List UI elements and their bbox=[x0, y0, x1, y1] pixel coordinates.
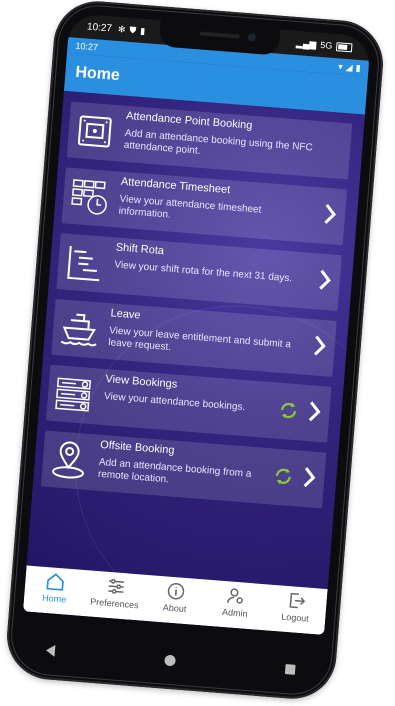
battery-icon-secondary: ▮ bbox=[355, 62, 362, 73]
recents-icon[interactable] bbox=[284, 664, 296, 675]
nav-home[interactable]: Home bbox=[29, 570, 81, 606]
chevron-right-icon bbox=[319, 269, 331, 290]
nav-label: About bbox=[162, 602, 187, 615]
logout-icon bbox=[289, 592, 305, 609]
nav-preferences[interactable]: Preferences bbox=[89, 575, 141, 611]
nav-admin[interactable]: Admin bbox=[210, 584, 262, 620]
battery-icon bbox=[335, 41, 353, 52]
nav-label: Logout bbox=[280, 611, 310, 624]
home-button-icon[interactable] bbox=[164, 654, 177, 666]
menu-item-description: View your leave entitlement and submit a… bbox=[107, 325, 292, 354]
wifi-icon: ▾ bbox=[337, 60, 344, 72]
info-icon bbox=[167, 583, 185, 600]
system-navigation-bar bbox=[45, 635, 297, 685]
menu-list: Attendance Point Booking Add an attendan… bbox=[26, 90, 365, 590]
menu-item-title: Attendance Timesheet bbox=[120, 175, 231, 197]
front-camera bbox=[247, 33, 256, 42]
location-pin-icon bbox=[47, 437, 90, 484]
chevron-right-icon bbox=[303, 467, 316, 488]
chevron-right-icon bbox=[324, 203, 337, 224]
nav-logout[interactable]: Logout bbox=[270, 589, 322, 625]
status-time-secondary: 10:27 bbox=[75, 40, 99, 53]
network-label: 5G bbox=[319, 39, 333, 51]
menu-item-offsite-booking[interactable]: Offsite Booking Add an attendance bookin… bbox=[40, 430, 327, 509]
nav-label: Preferences bbox=[89, 596, 140, 611]
settings-icon: ✻ bbox=[117, 23, 126, 35]
signal-icon-secondary: ◢ bbox=[345, 61, 354, 72]
chevron-right-icon bbox=[308, 401, 321, 422]
page-title: Home bbox=[74, 63, 121, 85]
menu-item-title: Shift Rota bbox=[115, 241, 165, 258]
status-right: ▂▄▆ 5G bbox=[296, 38, 353, 53]
timesheet-icon bbox=[68, 174, 111, 221]
nav-label: Home bbox=[41, 592, 67, 605]
back-icon[interactable] bbox=[45, 644, 56, 657]
menu-item-description: Add an attendance booking using the NFC … bbox=[123, 127, 314, 157]
nav-label: Admin bbox=[221, 606, 248, 619]
phone-frame: 10:27 ✻ ⛊ ▮ ▂▄▆ 5G 10:27 ▾ ◢ ▮ Home Atte… bbox=[3, 0, 387, 702]
sync-icon[interactable] bbox=[277, 399, 301, 423]
menu-item-title: View Bookings bbox=[104, 373, 178, 391]
menu-item-attendance-point-booking[interactable]: Attendance Point Booking Add an attendan… bbox=[66, 101, 353, 180]
bookings-list-icon bbox=[52, 371, 95, 418]
screen: 10:27 ✻ ⛊ ▮ ▂▄▆ 5G 10:27 ▾ ◢ ▮ Home Atte… bbox=[22, 13, 372, 636]
speaker-grille bbox=[199, 31, 240, 39]
nav-about[interactable]: About bbox=[149, 579, 201, 615]
sim-icon: ▮ bbox=[139, 25, 146, 36]
sync-icon[interactable] bbox=[272, 464, 296, 488]
gantt-chart-icon bbox=[63, 240, 106, 287]
menu-item-description: Add an attendance booking from a remote … bbox=[97, 456, 252, 486]
menu-item-description: View your attendance timesheet informati… bbox=[118, 193, 262, 221]
menu-item-description: View your attendance bookings. bbox=[103, 391, 246, 414]
menu-item-attendance-timesheet[interactable]: Attendance Timesheet View your attendanc… bbox=[61, 167, 348, 246]
sliders-icon bbox=[107, 578, 124, 594]
menu-item-shift-rota[interactable]: Shift Rota View your shift rota for the … bbox=[56, 233, 342, 312]
ship-icon bbox=[58, 305, 101, 352]
notification-icons: ✻ ⛊ ▮ bbox=[118, 23, 146, 36]
admin-user-icon bbox=[227, 588, 244, 604]
status-time: 10:27 bbox=[86, 21, 113, 34]
nfc-terminal-icon bbox=[73, 108, 116, 155]
signal-icon: ▂▄▆ bbox=[295, 37, 317, 50]
chevron-right-icon bbox=[313, 335, 326, 356]
menu-item-description: View your shift rota for the next 31 day… bbox=[113, 259, 293, 285]
shield-icon: ⛊ bbox=[129, 24, 137, 35]
menu-item-title: Offsite Booking bbox=[99, 438, 175, 457]
menu-item-title: Leave bbox=[110, 307, 141, 322]
menu-item-leave[interactable]: Leave View your leave entitlement and su… bbox=[51, 298, 337, 377]
home-icon bbox=[46, 573, 64, 591]
menu-item-view-bookings[interactable]: View Bookings View your attendance booki… bbox=[46, 364, 332, 443]
